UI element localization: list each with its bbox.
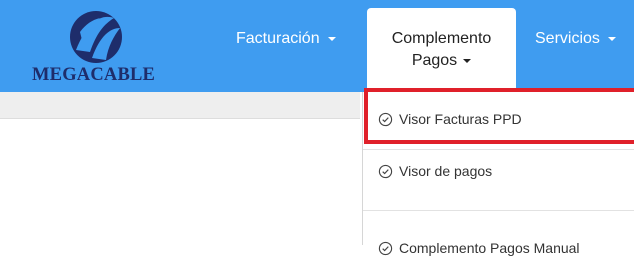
page-header-bar — [0, 92, 360, 118]
top-navbar: MEGACABLE Facturación Servicios — [0, 0, 634, 92]
nav-facturacion-label: Facturación — [236, 30, 320, 47]
menu-item-complemento-pagos-manual[interactable]: Complemento Pagos Manual — [363, 230, 634, 268]
check-circle-icon — [378, 241, 393, 256]
logo-emblem-icon — [70, 11, 122, 63]
nav-servicios-label: Servicios — [535, 30, 600, 47]
caret-down-icon — [608, 36, 617, 41]
highlight-box — [364, 88, 634, 144]
divider — [363, 210, 634, 211]
menu-item-label: Visor de pagos — [399, 163, 493, 179]
divider — [363, 149, 634, 150]
menu-item-visor-de-pagos[interactable]: Visor de pagos — [363, 153, 634, 191]
menu-item-label: Complemento Pagos Manual — [399, 240, 580, 256]
brand-name: MEGACABLE — [32, 65, 156, 85]
check-circle-icon — [378, 164, 393, 179]
caret-down-icon — [463, 58, 472, 63]
nav-servicios[interactable]: Servicios — [535, 30, 617, 48]
megacable-logo[interactable]: MEGACABLE — [32, 10, 172, 90]
nav-complemento-pagos[interactable]: Complemento Pagos — [367, 8, 516, 92]
nav-facturacion[interactable]: Facturación — [236, 30, 337, 48]
divider — [0, 118, 360, 119]
caret-down-icon — [328, 36, 337, 41]
nav-complemento-label-line2: Pagos — [367, 52, 516, 70]
nav-complemento-label-line1: Complemento — [391, 30, 492, 47]
